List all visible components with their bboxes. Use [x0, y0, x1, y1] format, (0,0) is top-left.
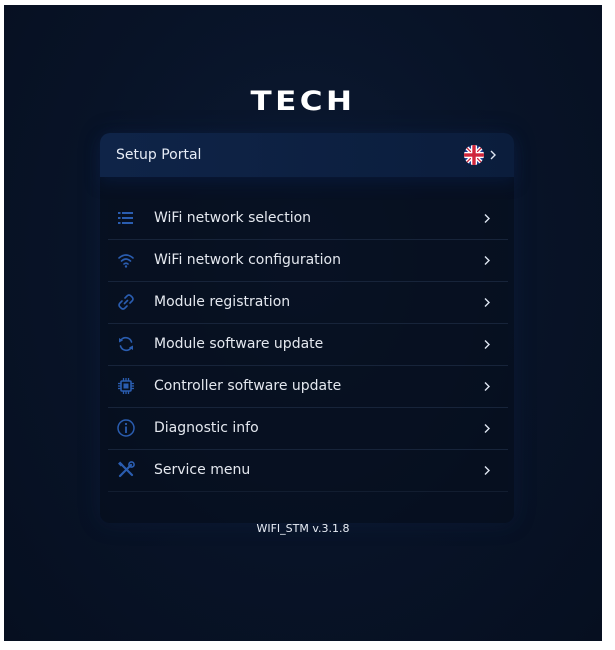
tools-icon: [118, 461, 135, 478]
chevron-right-icon: [484, 382, 490, 391]
menu-item-controller-software-update[interactable]: Controller software update: [108, 366, 508, 408]
uk-flag-icon[interactable]: [464, 145, 484, 165]
menu-item-label: WiFi network selection: [154, 210, 312, 226]
chevron-right-icon: [484, 214, 490, 223]
menu-item-wifi-network-configuration[interactable]: WiFi network configuration: [108, 240, 508, 282]
chevron-right-icon: [484, 466, 490, 475]
menu-item-label: Diagnostic info: [154, 420, 259, 436]
setup-card: Setup Portal WiFi network selection WiFi…: [100, 133, 514, 523]
menu-item-wifi-network-selection[interactable]: WiFi network selection: [108, 198, 508, 240]
tech-logo: TECH: [250, 86, 356, 117]
chevron-right-icon: [484, 256, 490, 265]
list-icon: [118, 212, 133, 224]
chevron-right-icon: [484, 298, 490, 307]
menu-item-label: Controller software update: [154, 378, 342, 394]
menu-item-label: Module registration: [154, 294, 291, 310]
app-window: TECH Setup Portal WiFi network selection…: [4, 5, 602, 641]
setup-portal-header: Setup Portal: [100, 133, 514, 177]
menu-item-label: Module software update: [154, 336, 324, 352]
setup-menu: WiFi network selection WiFi network conf…: [108, 198, 508, 492]
chevron-right-icon: [484, 340, 490, 349]
menu-item-label: Service menu: [154, 462, 251, 478]
menu-item-module-software-update[interactable]: Module software update: [108, 324, 508, 366]
link-icon: [118, 294, 134, 310]
refresh-icon: [119, 336, 133, 352]
menu-item-service-menu[interactable]: Service menu: [108, 450, 508, 492]
chip-icon: [118, 378, 134, 394]
menu-item-module-registration[interactable]: Module registration: [108, 282, 508, 324]
page-title: Setup Portal: [116, 147, 202, 163]
language-chevron-right-icon[interactable]: [489, 148, 497, 162]
wifi-icon: [118, 254, 134, 268]
menu-item-diagnostic-info[interactable]: Diagnostic info: [108, 408, 508, 450]
version-label: WIFI_STM v.3.1.8: [256, 522, 350, 535]
menu-item-label: WiFi network configuration: [154, 252, 341, 268]
info-icon: [117, 419, 135, 437]
chevron-right-icon: [484, 424, 490, 433]
